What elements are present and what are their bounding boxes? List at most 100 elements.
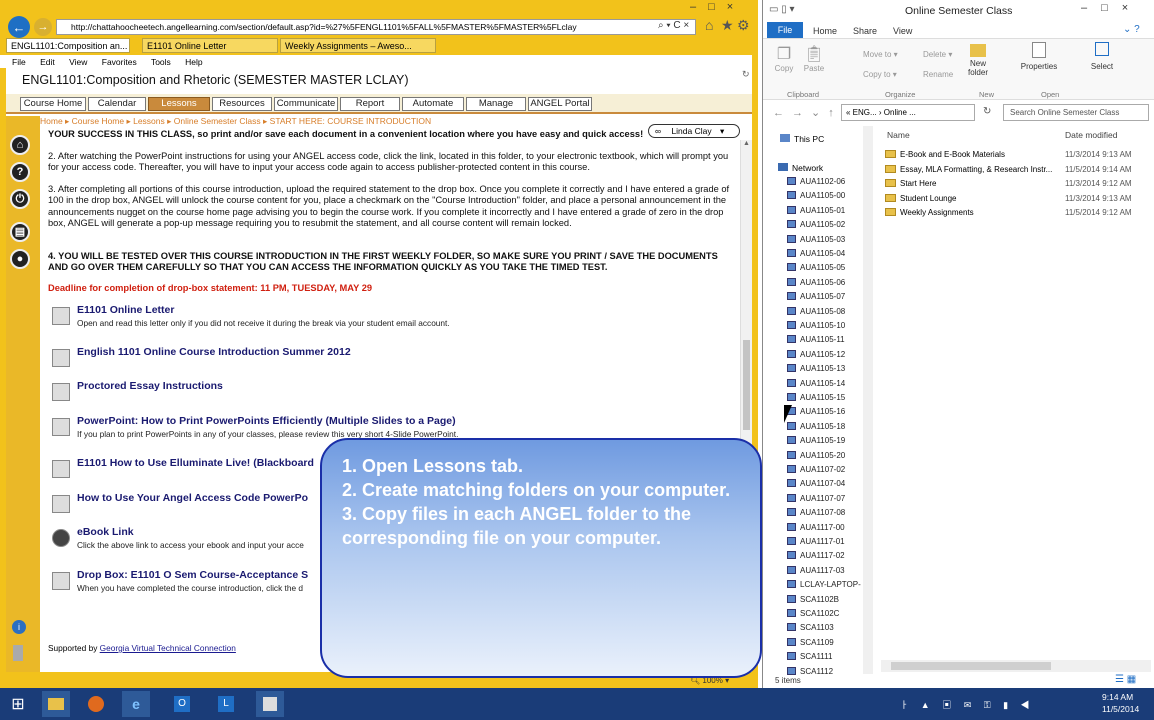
item-title[interactable]: How to Use Your Angel Access Code PowerP…: [77, 492, 308, 504]
tree-network-item[interactable]: SCA1109: [787, 637, 834, 652]
tree-network-item[interactable]: AUA1105-19: [787, 436, 845, 450]
menu-item[interactable]: View: [69, 57, 87, 67]
list-item[interactable]: English 1101 Online Course Introduction …: [52, 346, 572, 370]
tab-automate[interactable]: Automate: [402, 97, 464, 111]
search-icon[interactable]: ⌕ ▾ C ×: [658, 20, 689, 31]
tree-network-item[interactable]: AUA1105-10: [787, 321, 845, 335]
new-folder-button[interactable]: New folder: [963, 42, 993, 77]
quick-access-icons[interactable]: ▭ ▯ ▾: [769, 4, 795, 15]
menu-item[interactable]: Edit: [40, 57, 55, 67]
menu-item[interactable]: File: [12, 57, 26, 67]
file-row[interactable]: Essay, MLA Formatting, & Research Instr.…: [885, 164, 1150, 179]
tree-network-item[interactable]: SCA1102B: [787, 594, 839, 609]
scroll-thumb[interactable]: [743, 340, 750, 430]
view-toggle-icons[interactable]: ☰ ▦: [1115, 674, 1136, 685]
browser-tab[interactable]: Weekly Assignments – Aweso...: [280, 38, 436, 53]
tab-manage[interactable]: Manage: [466, 97, 526, 111]
tree-network-item[interactable]: AUA1105-13: [787, 364, 845, 378]
info-icon[interactable]: i: [12, 620, 26, 634]
search-box[interactable]: Search Online Semester Class: [1003, 104, 1149, 121]
properties-button[interactable]: Properties: [1019, 42, 1059, 71]
menu-item[interactable]: Favorites: [102, 57, 137, 67]
file-row[interactable]: Start Here 11/3/2014 9:12 AM: [885, 179, 1150, 193]
browser-tab[interactable]: ENGL1101:Composition an... ×: [6, 38, 130, 53]
internet-explorer-icon[interactable]: e: [122, 691, 150, 717]
scroll-up-icon[interactable]: ▲: [741, 140, 752, 147]
tree-network[interactable]: Network: [778, 163, 823, 173]
tab-angel-portal[interactable]: ANGEL Portal: [528, 97, 592, 111]
footer-link[interactable]: Georgia Virtual Technical Connection: [100, 643, 236, 653]
list-item[interactable]: PowerPoint: How to Print PowerPoints Eff…: [52, 415, 572, 439]
menu-item[interactable]: Help: [185, 57, 202, 67]
help-icon[interactable]: ?: [10, 162, 30, 182]
tree-network-item[interactable]: AUA1105-20: [787, 450, 845, 465]
tab-communicate[interactable]: Communicate: [274, 97, 338, 111]
forward-button[interactable]: →: [34, 18, 52, 36]
tree-network-item[interactable]: AUA1105-14: [787, 378, 845, 393]
tree-network-item[interactable]: AUA1105-03: [787, 234, 845, 249]
tree-network-item[interactable]: AUA1105-01: [787, 205, 845, 220]
tree-network-item[interactable]: AUA1117-03: [787, 565, 845, 580]
tree-this-pc[interactable]: This PC: [780, 134, 824, 144]
copy-button[interactable]: ❐ Copy: [771, 44, 797, 73]
file-row[interactable]: E-Book and E-Book Materials 11/3/2014 9:1…: [885, 150, 1150, 164]
tree-network-item[interactable]: LCLAY-LAPTOP-: [787, 580, 861, 594]
tree-network-item[interactable]: AUA1105-05: [787, 263, 845, 277]
system-tray-icons[interactable]: ㅏ ▲ ▣ ✉ ⚿ ▮ ◀: [900, 698, 1035, 711]
tree-network-item[interactable]: AUA1105-12: [787, 349, 845, 364]
ribbon-file-tab[interactable]: File: [767, 22, 803, 38]
settings-gear-icon[interactable]: ⚙: [737, 17, 750, 34]
start-windows-icon[interactable]: ⊞: [4, 691, 32, 717]
tree-network-item[interactable]: SCA1111: [787, 652, 832, 666]
tree-network-item[interactable]: AUA1105-16: [787, 407, 845, 421]
firefox-icon[interactable]: [82, 691, 110, 717]
tree-network-item[interactable]: AUA1105-04: [787, 249, 845, 263]
item-title[interactable]: E1101 How to Use Elluminate Live! (Black…: [77, 457, 314, 469]
clock-time[interactable]: 9:14 AM: [1102, 692, 1133, 702]
tab-lessons[interactable]: Lessons: [148, 97, 210, 111]
col-date-header[interactable]: Date modified: [1065, 130, 1117, 140]
tree-network-item[interactable]: SCA1102C: [787, 609, 839, 623]
tree-network-item[interactable]: AUA1107-02: [787, 465, 845, 479]
user-icon[interactable]: ●: [10, 249, 30, 269]
breadcrumb[interactable]: Home ▸ Course Home ▸ Lessons ▸ Online Se…: [40, 116, 431, 127]
move-to-button[interactable]: Move to ▾: [863, 50, 898, 59]
menu-item[interactable]: Tools: [151, 57, 171, 67]
item-title[interactable]: English 1101 Online Course Introduction …: [77, 346, 351, 358]
user-badge[interactable]: ∞ Linda Clay ▾: [648, 124, 740, 138]
tree-network-item[interactable]: SCA1103: [787, 623, 834, 637]
tree-network-item[interactable]: AUA1105-02: [787, 220, 845, 234]
item-title[interactable]: E1101 Online Letter: [77, 304, 174, 316]
favorites-icon[interactable]: ★: [721, 17, 734, 34]
tree-network-item[interactable]: AUA1107-08: [787, 508, 845, 522]
col-name-header[interactable]: Name: [887, 130, 910, 140]
item-title[interactable]: Proctored Essay Instructions: [77, 380, 223, 392]
list-item[interactable]: E1101 Online Letter Open and read this l…: [52, 304, 572, 328]
rename-button[interactable]: Rename: [923, 70, 953, 79]
tab-calendar[interactable]: Calendar: [88, 97, 146, 111]
tree-network-item[interactable]: AUA1105-18: [787, 421, 845, 436]
nav-pane-scrollbar[interactable]: [863, 126, 873, 674]
accessibility-icon[interactable]: [13, 645, 23, 661]
refresh-small-icon[interactable]: ↻: [742, 69, 750, 80]
ribbon-expand-icon[interactable]: ⌄ ?: [1123, 24, 1140, 35]
tree-network-item[interactable]: AUA1107-04: [787, 479, 845, 493]
clock-date[interactable]: 11/5/2014: [1102, 704, 1139, 714]
ribbon-home-tab[interactable]: Home: [813, 26, 837, 36]
path-bar[interactable]: « ENG... › Online ...: [841, 104, 975, 121]
home-icon[interactable]: ⌂: [10, 135, 30, 155]
tree-network-item[interactable]: AUA1102-06: [787, 177, 845, 191]
outlook-icon[interactable]: O: [168, 691, 196, 717]
select-button[interactable]: Select: [1089, 42, 1115, 71]
ribbon-view-tab[interactable]: View: [893, 26, 912, 36]
file-explorer-icon[interactable]: [42, 691, 70, 717]
copy-to-button[interactable]: Copy to ▾: [863, 70, 897, 79]
tree-network-item[interactable]: AUA1105-15: [787, 393, 845, 407]
ribbon-share-tab[interactable]: Share: [853, 26, 877, 36]
list-item[interactable]: Proctored Essay Instructions: [52, 380, 572, 404]
tree-network-item[interactable]: AUA1105-00: [787, 191, 845, 205]
tab-resources[interactable]: Resources: [212, 97, 272, 111]
tree-network-item[interactable]: AUA1105-07: [787, 292, 845, 306]
content-hscrollbar[interactable]: [881, 660, 1151, 672]
address-bar[interactable]: http://chattahoocheetech.angellearning.c…: [56, 19, 696, 35]
